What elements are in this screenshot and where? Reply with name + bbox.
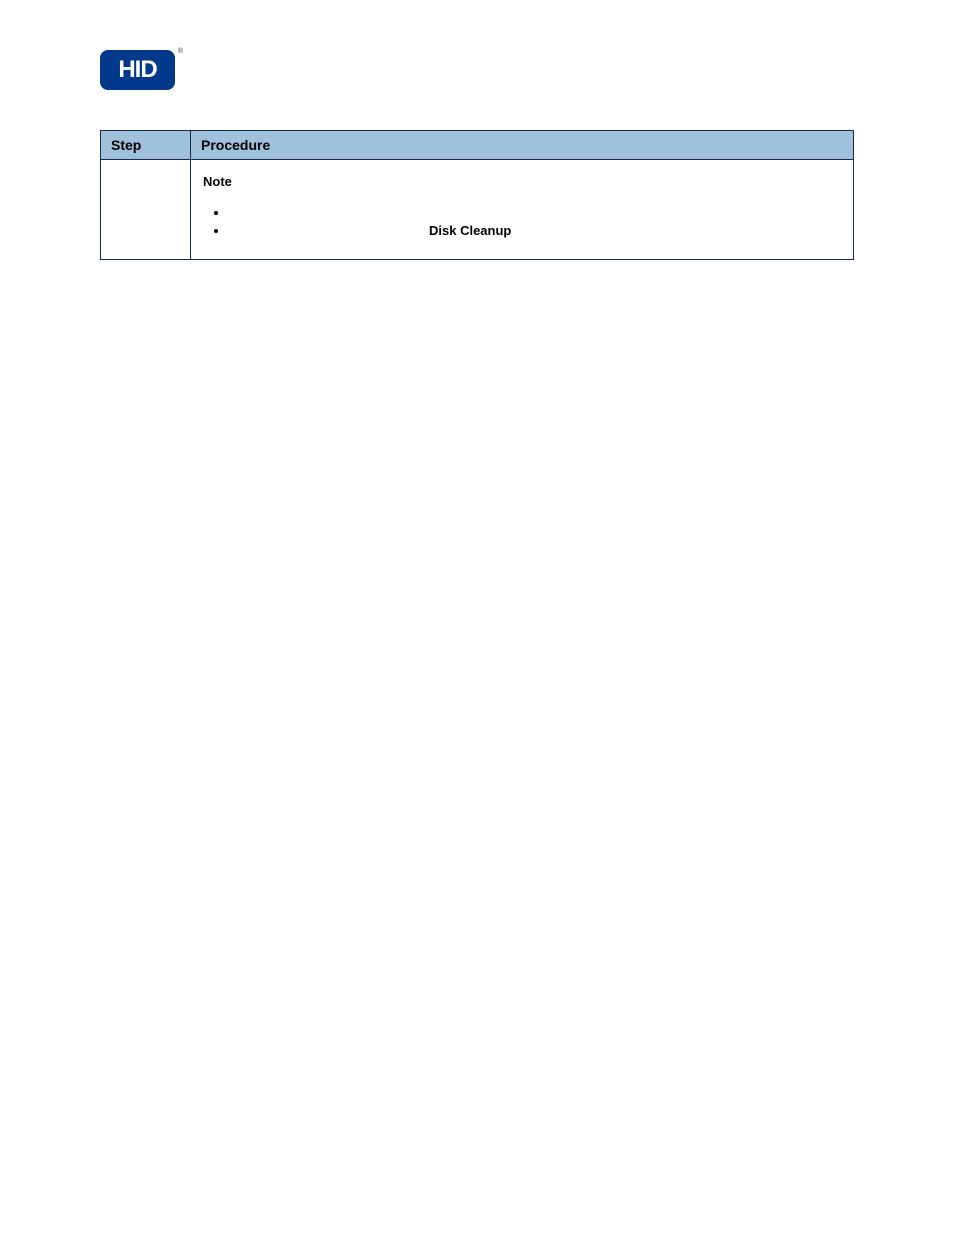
procedure-table: Step Procedure Note Disk Cleanup: [100, 130, 854, 260]
bullet-list: Disk Cleanup: [203, 205, 841, 239]
logo-background: HID: [100, 50, 175, 90]
header-procedure: Procedure: [191, 131, 854, 160]
registered-mark: ®: [178, 48, 183, 55]
header-step: Step: [101, 131, 191, 160]
list-item: [229, 205, 841, 221]
logo-text: HID: [118, 56, 156, 84]
document-page: HID ® Step Procedure Note Disk Cleanup: [0, 0, 954, 1235]
hid-logo: HID ®: [100, 50, 175, 90]
note-label: Note: [203, 174, 232, 189]
step-cell: [101, 160, 191, 260]
list-item: Disk Cleanup: [229, 223, 841, 239]
table-header-row: Step Procedure: [101, 131, 854, 160]
procedure-cell: Note Disk Cleanup: [191, 160, 854, 260]
table-row: Note Disk Cleanup: [101, 160, 854, 260]
disk-cleanup-text: Disk Cleanup: [429, 223, 511, 238]
